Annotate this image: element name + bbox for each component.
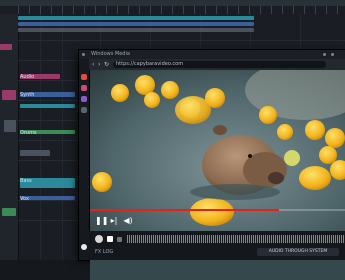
reload-icon[interactable]: ↻ — [104, 61, 109, 68]
status-left-label: FX LOG — [95, 249, 114, 255]
daw-clip[interactable]: Vox — [20, 196, 75, 202]
browser-bottom-bar: FX LOG AUDIO THROUGH SYSTEM — [89, 231, 345, 260]
maximize-window-icon[interactable] — [323, 53, 326, 56]
daw-clip[interactable] — [4, 120, 16, 132]
daw-clip[interactable] — [18, 16, 254, 20]
sidebar-app-icon[interactable] — [81, 74, 87, 80]
daw-clip[interactable] — [2, 208, 16, 216]
audio-output-button[interactable]: AUDIO THROUGH SYSTEM — [257, 248, 339, 256]
address-bar[interactable]: https://capybaravideo.com — [113, 61, 326, 68]
video-progress-fill — [90, 209, 279, 211]
daw-clip-label: Audio — [20, 74, 35, 80]
audio-waveform[interactable] — [127, 235, 345, 243]
forward-icon[interactable]: › — [98, 61, 100, 68]
daw-grid-line — [40, 14, 41, 260]
browser-sidebar — [79, 59, 90, 260]
daw-clip[interactable] — [20, 104, 75, 108]
back-icon[interactable]: ‹ — [92, 61, 94, 68]
daw-clip[interactable]: Bass — [20, 178, 75, 188]
daw-track-headers[interactable] — [0, 14, 19, 260]
pause-icon[interactable]: ❚❚ — [95, 216, 108, 226]
daw-clip[interactable]: Drums — [20, 130, 75, 136]
play-icon[interactable] — [117, 237, 122, 242]
daw-clip-label: Synth — [20, 92, 35, 98]
video-progress-bar[interactable] — [90, 209, 345, 211]
daw-clip-label: Drums — [20, 130, 37, 136]
daw-clip[interactable] — [2, 90, 16, 100]
daw-lane — [18, 40, 345, 41]
daw-timeline-ruler[interactable] — [18, 6, 345, 14]
browser-window: Windows Media ‹ › ↻ https://capybaravide… — [79, 50, 345, 280]
video-controls: ❚❚ ▸| ◀) — [90, 212, 345, 230]
daw-clip[interactable] — [18, 22, 254, 26]
settings-icon[interactable] — [81, 244, 87, 250]
sidebar-app-icon[interactable] — [81, 85, 87, 91]
daw-clip-label: Bass — [20, 178, 32, 184]
volume-icon[interactable]: ◀) — [123, 216, 133, 226]
daw-clip[interactable] — [0, 44, 12, 50]
daw-clip[interactable]: Synth — [20, 92, 75, 98]
sidebar-app-icon[interactable] — [81, 96, 87, 102]
browser-titlebar[interactable]: Windows Media — [79, 50, 345, 59]
daw-clip[interactable] — [18, 28, 254, 32]
daw-clip[interactable] — [20, 150, 50, 156]
browser-window-title: Windows Media — [91, 51, 130, 57]
window-dot-icon[interactable] — [82, 53, 85, 56]
record-button[interactable] — [95, 235, 103, 243]
sidebar-app-icon[interactable] — [81, 107, 87, 113]
daw-grid-line — [62, 14, 63, 260]
daw-clip-label: Vox — [20, 196, 29, 202]
next-icon[interactable]: ▸| — [109, 216, 119, 226]
video-frame — [90, 70, 345, 232]
daw-clip[interactable]: Audio — [20, 74, 60, 80]
browser-toolbar: ‹ › ↻ https://capybaravideo.com — [89, 59, 345, 70]
stop-icon[interactable] — [107, 236, 113, 242]
close-window-icon[interactable] — [331, 53, 334, 56]
